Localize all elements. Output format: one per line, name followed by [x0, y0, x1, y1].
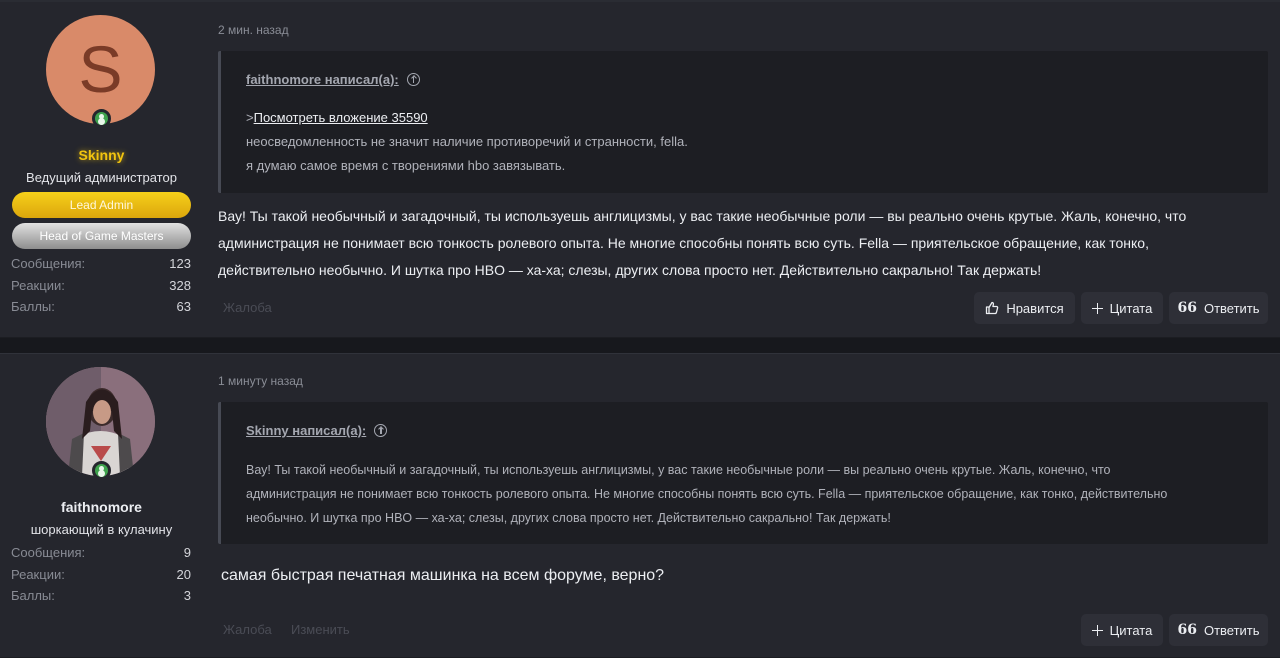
avatar[interactable]: S	[46, 15, 155, 124]
stat-messages: Сообщения: 123	[11, 253, 191, 275]
quote-label: Цитата	[1109, 300, 1153, 316]
user-title: Ведущий администратор	[26, 170, 177, 185]
reply-button[interactable]: 66 Ответить	[1169, 292, 1268, 324]
user-stats: Сообщения: 123 Реакции: 328 Баллы: 63	[11, 253, 191, 318]
stat-reactions: Реакции: 328	[11, 275, 191, 297]
stat-value[interactable]: 20	[177, 564, 191, 586]
quote-line: Вау! Ты такой необычный и загадочный, ты…	[246, 463, 1111, 477]
reply-button[interactable]: 66 Ответить	[1169, 614, 1268, 646]
arrow-up-icon[interactable]	[374, 424, 388, 437]
quote-mark-icon: 66	[1177, 622, 1197, 638]
blockquote: faithnomore написал(а): >Посмотреть влож…	[218, 51, 1268, 193]
badge-head-of-game-masters: Head of Game Masters	[12, 223, 191, 249]
quote-attachment-line: >Посмотреть вложение 35590	[246, 106, 688, 130]
post-message: самая быстрая печатная машинка на всем ф…	[221, 562, 1271, 589]
quote-author[interactable]: faithnomore написал(а):	[246, 72, 399, 87]
quote-author[interactable]: Skinny написал(а):	[246, 423, 366, 438]
quote-button[interactable]: Цитата	[1081, 614, 1163, 646]
post-date[interactable]: 2 мин. назад	[218, 23, 289, 37]
quote-label: Цитата	[1109, 622, 1153, 638]
quote-line: неосведомленность не значит наличие прот…	[246, 134, 688, 149]
quote-content: >Посмотреть вложение 35590 неосведомленн…	[246, 106, 688, 178]
stat-value[interactable]: 123	[169, 253, 191, 275]
stat-reactions: Реакции: 20	[11, 564, 191, 586]
quote-content: Вау! Ты такой необычный и загадочный, ты…	[246, 458, 1167, 530]
attachment-link[interactable]: Посмотреть вложение 35590	[254, 110, 428, 125]
post-user-info: S Skinny Ведущий администратор Lead Admi…	[0, 2, 203, 337]
post-message: Вау! Ты такой необычный и загадочный, ты…	[218, 203, 1268, 284]
like-button[interactable]: Нравится	[974, 292, 1075, 324]
stat-label: Баллы:	[11, 299, 55, 314]
quote-prefix: >	[246, 110, 254, 125]
message-line: самая быстрая печатная машинка на всем ф…	[221, 567, 665, 584]
stat-value[interactable]: 3	[184, 585, 191, 607]
plus-icon	[1091, 302, 1103, 314]
forum-post: faithnomore шоркающий в кулачину Сообщен…	[0, 353, 1280, 658]
user-title: шоркающий в кулачину	[30, 522, 173, 537]
stat-value[interactable]: 328	[169, 275, 191, 297]
message-line: действительно необычно. И шутка про HBO …	[218, 262, 1042, 278]
arrow-up-icon[interactable]	[406, 73, 420, 86]
quote-line: администрация не понимает всю тонкость р…	[246, 487, 1168, 501]
edit-link[interactable]: Изменить	[291, 622, 350, 637]
stat-points: Баллы: 63	[11, 296, 191, 318]
stat-value[interactable]: 63	[177, 296, 191, 318]
badge-lead-admin: Lead Admin	[12, 192, 191, 218]
user-stats: Сообщения: 9 Реакции: 20 Баллы: 3	[11, 542, 191, 607]
stat-points: Баллы: 3	[11, 585, 191, 607]
report-link[interactable]: Жалоба	[223, 622, 272, 637]
avatar[interactable]	[46, 367, 155, 476]
online-status-icon	[92, 461, 111, 480]
avatar-photo-icon	[46, 367, 155, 476]
like-label: Нравится	[1006, 300, 1064, 316]
username[interactable]: faithnomore	[0, 499, 203, 515]
stat-label: Баллы:	[11, 588, 55, 603]
forum-post: S Skinny Ведущий администратор Lead Admi…	[0, 2, 1280, 338]
online-status-icon	[92, 109, 111, 128]
quote-line: я думаю самое время с творениями hbo зав…	[246, 158, 566, 173]
reply-label: Ответить	[1203, 622, 1260, 638]
plus-icon	[1091, 624, 1103, 636]
message-line: администрация не понимает всю тонкость р…	[218, 235, 1149, 251]
post-date[interactable]: 1 минуту назад	[218, 374, 303, 388]
quote-author-link[interactable]: faithnomore написал(а):	[246, 72, 420, 87]
quote-button[interactable]: Цитата	[1081, 292, 1163, 324]
message-line: Вау! Ты такой необычный и загадочный, ты…	[218, 208, 1187, 224]
post-user-info: faithnomore шоркающий в кулачину Сообщен…	[0, 354, 203, 657]
quote-line: необычно. И шутка про HBO — ха-ха; слезы…	[246, 511, 891, 525]
stat-label: Сообщения:	[11, 256, 86, 271]
quote-mark-icon: 66	[1177, 300, 1197, 316]
reply-label: Ответить	[1203, 300, 1260, 316]
stat-messages: Сообщения: 9	[11, 542, 191, 564]
stat-label: Реакции:	[11, 566, 65, 582]
stat-label: Сообщения:	[11, 545, 86, 560]
username[interactable]: Skinny	[0, 147, 203, 163]
report-link[interactable]: Жалоба	[223, 300, 272, 315]
quote-author-link[interactable]: Skinny написал(а):	[246, 423, 388, 438]
stat-value[interactable]: 9	[184, 542, 191, 564]
thumbs-up-icon	[986, 301, 999, 315]
stat-label: Реакции:	[11, 277, 65, 293]
blockquote: Skinny написал(а): Вау! Ты такой необычн…	[218, 402, 1268, 544]
